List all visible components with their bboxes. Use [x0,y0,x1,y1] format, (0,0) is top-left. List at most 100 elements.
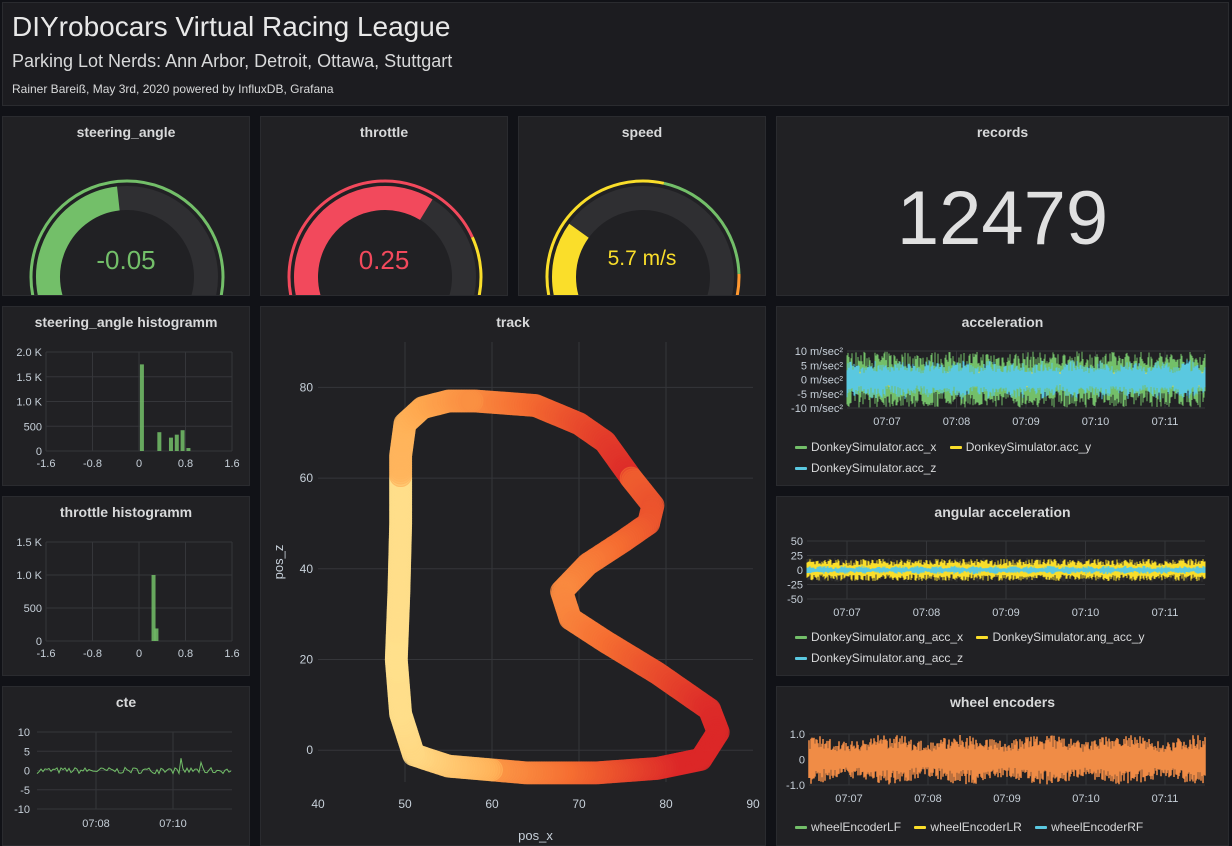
dashboard-subtitle: Parking Lot Nerds: Ann Arbor, Detroit, O… [12,51,453,71]
dashboard-title: DIYrobocars Virtual Racing League [12,11,451,42]
track-chart: 40 50 60 70 80 90 0 20 40 60 80 pos_z pos_x [271,342,760,843]
y-tick-label: 60 [300,471,314,485]
legend-item[interactable]: wheelEncoderLR [914,817,1022,838]
x-tick-label: 0 [136,458,142,470]
speed-gauge-panel[interactable]: speed 5.7 m/s [518,116,766,296]
x-axis-label: pos_x [518,828,553,843]
acceleration-panel[interactable]: acceleration 10 m/sec² 5 m/sec² 0 m/sec² -5… [776,306,1229,486]
x-tick-label: -0.8 [83,458,102,470]
y-tick-label: 10 m/sec² [795,346,844,358]
histogram-bar [180,430,185,451]
angular-acceleration-legend: DonkeySimulator.ang_acc_x DonkeySimulato… [795,627,1175,669]
y-tick-label: 0 [306,743,313,757]
steering-histogram-chart: 0 500 1.0 K 1.5 K 2.0 K -1.6 -0.8 0 0.8 1.6 [16,347,239,470]
angular-acceleration-panel[interactable]: angular acceleration 50 25 0 -25 -50 07:07 07:… [776,496,1229,676]
acceleration-legend: DonkeySimulator.acc_x DonkeySimulator.ac… [795,437,1115,479]
x-tick-label: 80 [659,797,673,811]
x-tick-label: 70 [572,797,586,811]
y-tick-label: 2.0 K [16,347,42,359]
dashboard-credits: Rainer Bareiß, May 3rd, 2020 powered by … [12,82,334,96]
legend-item[interactable]: DonkeySimulator.acc_y [949,437,1091,458]
x-tick-label: 07:07 [835,793,863,805]
x-tick-label: 0.8 [178,458,193,470]
steering-gauge-panel[interactable]: steering_angle -0.05 [2,116,250,296]
legend-item[interactable]: DonkeySimulator.ang_acc_y [976,627,1145,648]
x-tick-label: 07:11 [1152,416,1179,428]
records-value: 12479 [896,176,1109,261]
x-tick-label: 07:09 [993,793,1021,805]
wheel-encoders-panel[interactable]: wheel encoders 1.0 0 -1.0 07:07 07:08 07:09 07… [776,686,1229,846]
x-tick-label: 07:09 [1012,416,1040,428]
histogram-bar [154,628,159,641]
y-tick-label: -10 m/sec² [791,403,843,415]
track-panel[interactable]: track 40 50 60 70 80 90 0 20 40 60 80 pos_z pos_x [260,306,766,846]
x-tick-label: 07:10 [1072,793,1100,805]
histogram-bar [157,432,162,451]
throttle-histogram-chart: 0 500 1.0 K 1.5 K -1.6 -0.8 0 0.8 1.6 [16,537,239,660]
x-tick-label: 0 [136,648,142,660]
legend-item[interactable]: DonkeySimulator.ang_acc_x [795,627,963,648]
y-tick-label: -25 [787,580,803,592]
x-tick-label: -1.6 [37,648,56,660]
histogram-bar [168,437,173,451]
x-tick-label: 0.8 [178,648,193,660]
wheel-encoders-legend: wheelEncoderLF wheelEncoderLR wheelEncod… [795,817,1215,838]
y-tick-label: 500 [24,603,42,615]
legend-item[interactable]: DonkeySimulator.acc_z [795,458,936,479]
records-panel[interactable]: records 12479 [776,116,1229,296]
y-tick-label: 0 [36,636,42,648]
gauge-threshold-band [548,294,551,295]
x-tick-label: 07:08 [82,818,110,830]
x-tick-label: 07:10 [1082,416,1110,428]
y-tick-label: 5 [24,746,30,758]
track-point [460,389,484,413]
y-tick-label: 0 [24,766,30,778]
gauge-value: 5.7 m/s [607,247,677,270]
throttle-histogram-panel[interactable]: throttle histogramm 0 500 1.0 K 1.5 K -1.6 -0… [2,496,250,676]
x-tick-label: 07:11 [1152,793,1179,805]
histogram-bar [174,434,179,451]
cte-panel[interactable]: cte -10 -5 0 5 10 07:08 07:10 [2,686,250,846]
y-tick-label: 0 [797,565,803,577]
legend-item[interactable]: wheelEncoderRF [1035,817,1143,838]
y-tick-label: 1.0 [790,729,805,741]
y-axis-label: pos_z [271,545,286,580]
y-tick-label: 0 [799,755,805,767]
y-tick-label: 0 m/sec² [801,375,844,387]
x-tick-label: 90 [746,797,760,811]
gauge-value: 0.25 [358,245,410,275]
x-tick-label: 40 [311,797,325,811]
x-tick-label: 07:07 [873,416,901,428]
y-tick-label: 1.0 K [16,570,42,582]
y-tick-label: 80 [300,380,314,394]
x-tick-label: 07:10 [1072,607,1100,619]
x-tick-label: 07:10 [159,818,187,830]
header-panel: DIYrobocars Virtual Racing League Parkin… [2,2,1229,106]
steering-histogram-panel[interactable]: steering_angle histogramm 0 500 1.0 K 1.5 K… [2,306,250,486]
legend-item[interactable]: wheelEncoderLF [795,817,901,838]
y-tick-label: 500 [24,421,42,433]
x-tick-label: -0.8 [83,648,102,660]
y-tick-label: 50 [791,536,803,548]
x-tick-label: 07:08 [913,607,941,619]
x-tick-label: 1.6 [224,458,239,470]
x-tick-label: 60 [485,797,499,811]
y-tick-label: -50 [787,594,803,606]
x-tick-label: 07:09 [992,607,1020,619]
legend-item[interactable]: DonkeySimulator.acc_x [795,437,936,458]
y-tick-label: -1.0 [786,780,805,792]
y-tick-label: 20 [300,653,314,667]
x-tick-label: 07:08 [914,793,942,805]
y-tick-label: 25 [791,551,803,563]
y-tick-label: 10 [18,727,30,739]
y-tick-label: 1.5 K [16,537,42,549]
panel-title: records [976,124,1029,140]
x-tick-label: 07:07 [833,607,861,619]
x-tick-label: -1.6 [37,458,56,470]
throttle-gauge-panel[interactable]: throttle 0.25 [260,116,508,296]
cte-chart: -10 -5 0 5 10 07:08 07:10 [14,727,232,830]
y-tick-label: 1.5 K [16,372,42,384]
legend-item[interactable]: DonkeySimulator.ang_acc_z [795,648,963,669]
y-tick-label: 5 m/sec² [801,360,844,372]
y-tick-label: 40 [300,562,314,576]
